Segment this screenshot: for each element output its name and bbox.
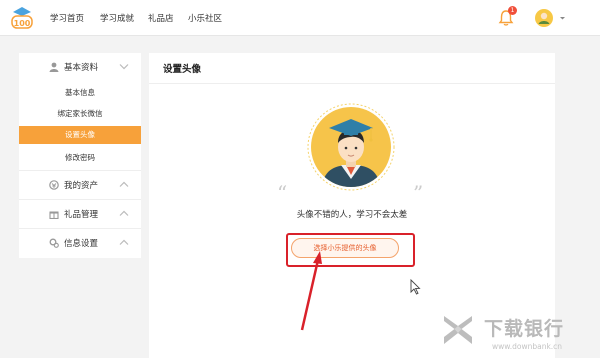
sidebar-group-gifts[interactable]: 礼品管理: [19, 200, 141, 228]
watermark-logo: [444, 316, 472, 344]
site-logo-text: 100: [14, 19, 31, 28]
sidebar-item-bind-wechat[interactable]: 绑定家长微信: [19, 105, 141, 123]
notification-badge: 1: [508, 6, 517, 15]
nav-home[interactable]: 学习首页: [50, 12, 84, 24]
current-avatar-image: [307, 103, 395, 191]
user-avatar-menu[interactable]: [535, 8, 565, 28]
nav-gift-shop[interactable]: 礼品店: [148, 12, 174, 24]
chevron-up-icon: [119, 239, 129, 245]
sidebar-group-label: 基本资料: [64, 63, 99, 73]
open-quote-icon: “: [277, 181, 288, 205]
avatar-slogan: 头像不错的人，学习不会太差: [296, 210, 408, 220]
sidebar-group-profile[interactable]: 基本资料: [19, 53, 141, 81]
sidebar-group-label: 信息设置: [64, 239, 99, 249]
watermark-url: www.downbank.cn: [492, 342, 563, 351]
sidebar-item-basic-info[interactable]: 基本信息: [19, 84, 141, 102]
chevron-up-icon: [119, 181, 129, 187]
sidebar-item-set-avatar[interactable]: 设置头像: [19, 126, 141, 144]
watermark-title: 下载银行: [484, 318, 565, 340]
annotation-highlight-box: [286, 233, 415, 267]
sidebar: 基本资料 基本信息 绑定家长微信 设置头像 修改密码 我的资产 礼品管理 信息设…: [19, 53, 141, 258]
chevron-down-icon: [560, 17, 565, 20]
chevron-up-icon: [119, 210, 129, 216]
sidebar-group-label: 礼品管理: [64, 210, 99, 220]
sidebar-group-settings[interactable]: 信息设置: [19, 229, 141, 257]
gift-icon: [49, 211, 59, 219]
page-title: 设置头像: [163, 64, 202, 75]
asset-icon: [49, 180, 59, 190]
user-icon: [49, 62, 59, 72]
close-quote-icon: ”: [413, 181, 424, 205]
site-logo[interactable]: 100: [10, 5, 34, 31]
sidebar-item-change-password[interactable]: 修改密码: [19, 149, 141, 167]
top-navbar: 100 学习首页 学习成就 礼品店 小乐社区 1: [0, 0, 600, 36]
nav-achievements[interactable]: 学习成就: [100, 12, 134, 24]
title-divider: [149, 83, 555, 84]
avatar-settings-panel: 设置头像 “ ” 头像不错的人，学习不会太差 选择小乐提供的头像: [149, 53, 555, 358]
sidebar-group-assets[interactable]: 我的资产: [19, 171, 141, 199]
nav-community[interactable]: 小乐社区: [188, 12, 222, 24]
sidebar-group-label: 我的资产: [64, 181, 99, 191]
settings-icon: [49, 238, 59, 248]
chevron-down-icon: [119, 64, 129, 70]
avatar: [535, 9, 565, 27]
